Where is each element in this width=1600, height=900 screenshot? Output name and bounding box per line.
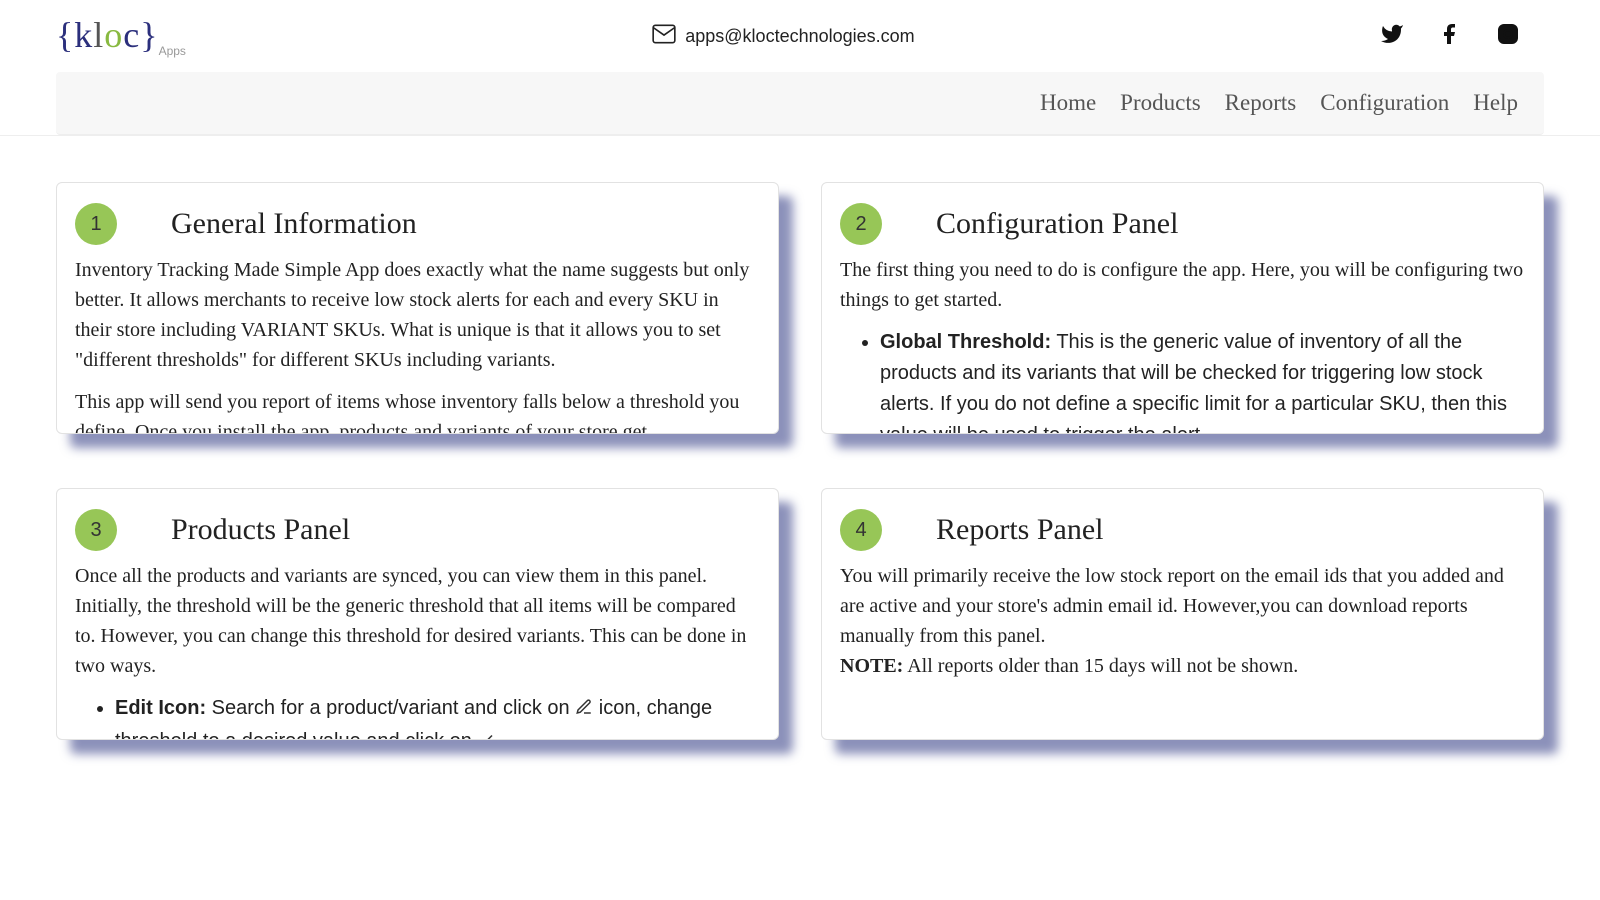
step-badge: 2 xyxy=(840,203,882,245)
card-general-information: 1 General Information Inventory Tracking… xyxy=(56,182,779,434)
note-text: All reports older than 15 days will not … xyxy=(903,655,1298,677)
note-label: NOTE: xyxy=(840,655,903,677)
contact-email[interactable]: apps@kloctechnologies.com xyxy=(651,21,914,52)
facebook-icon[interactable] xyxy=(1438,22,1462,51)
envelope-icon xyxy=(651,21,677,52)
step-badge: 1 xyxy=(75,203,117,245)
help-cards-grid: 1 General Information Inventory Tracking… xyxy=(0,136,1600,800)
card-title: Products Panel xyxy=(171,513,350,547)
bullet-label: Edit Icon: xyxy=(115,697,206,719)
list-item: Global Threshold: This is the generic va… xyxy=(880,327,1525,434)
card-title: General Information xyxy=(171,207,417,241)
list-item: Edit Icon: Search for a product/variant … xyxy=(115,693,760,740)
social-links xyxy=(1380,22,1540,51)
nav-help[interactable]: Help xyxy=(1473,90,1518,116)
bullet-label: Global Threshold: xyxy=(880,331,1051,353)
card-text: The first thing you need to do is config… xyxy=(840,255,1525,315)
nav-configuration[interactable]: Configuration xyxy=(1320,90,1449,116)
top-bar: {kloc}Apps apps@kloctechnologies.com xyxy=(0,0,1600,72)
main-nav: Home Products Reports Configuration Help xyxy=(56,72,1544,135)
nav-products[interactable]: Products xyxy=(1120,90,1201,116)
step-badge: 3 xyxy=(75,509,117,551)
logo[interactable]: {kloc}Apps xyxy=(56,14,186,58)
card-title: Configuration Panel xyxy=(936,207,1178,241)
card-reports-panel: 4 Reports Panel You will primarily recei… xyxy=(821,488,1544,740)
edit-icon xyxy=(575,695,593,726)
card-products-panel: 3 Products Panel Once all the products a… xyxy=(56,488,779,740)
logo-subtext: Apps xyxy=(159,44,186,58)
twitter-icon[interactable] xyxy=(1380,22,1404,51)
card-text: Once all the products and variants are s… xyxy=(75,561,760,681)
nav-home[interactable]: Home xyxy=(1040,90,1096,116)
card-configuration-panel: 2 Configuration Panel The first thing yo… xyxy=(821,182,1544,434)
card-text: You will primarily receive the low stock… xyxy=(840,561,1525,681)
contact-email-text: apps@kloctechnologies.com xyxy=(685,26,914,47)
instagram-icon[interactable] xyxy=(1496,22,1520,51)
card-text-body: You will primarily receive the low stock… xyxy=(840,565,1504,647)
check-icon xyxy=(477,728,495,740)
card-title: Reports Panel xyxy=(936,513,1103,547)
card-text: This app will send you report of items w… xyxy=(75,387,760,434)
nav-reports[interactable]: Reports xyxy=(1225,90,1297,116)
step-badge: 4 xyxy=(840,509,882,551)
card-text: Inventory Tracking Made Simple App does … xyxy=(75,255,760,375)
bullet-text: Search for a product/variant and click o… xyxy=(206,697,575,719)
